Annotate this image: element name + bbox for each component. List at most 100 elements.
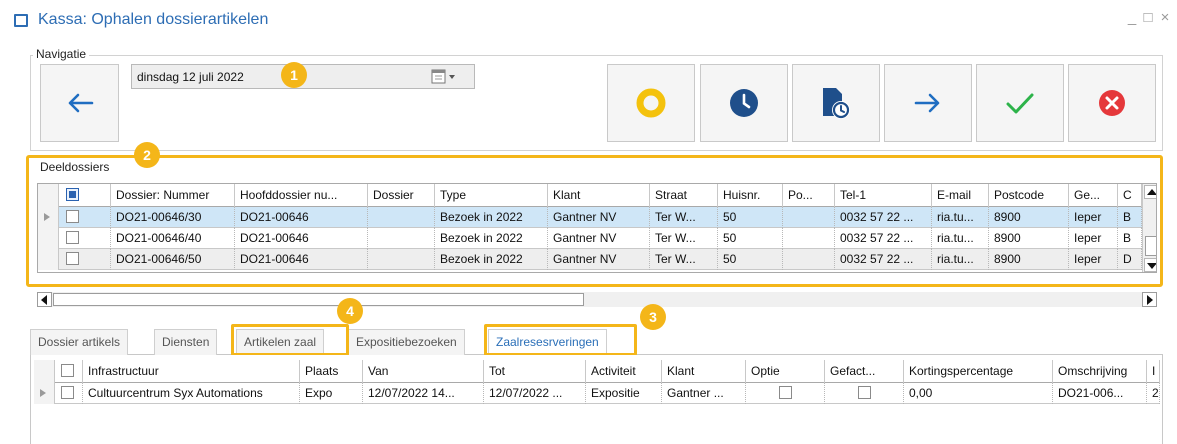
- maximize-button[interactable]: □: [1141, 10, 1155, 26]
- cell: Gantner NV: [548, 207, 650, 228]
- gefactureerd-cell[interactable]: [825, 383, 904, 404]
- minimize-button[interactable]: _: [1125, 10, 1139, 26]
- select-all-checkbox[interactable]: [66, 188, 79, 201]
- chevron-up-icon: [1147, 189, 1156, 195]
- reservations-header: Infrastructuur Plaats Van Tot Activiteit…: [34, 360, 1160, 383]
- optie-checkbox[interactable]: [779, 386, 792, 399]
- column-header[interactable]: Kortingspercentage: [904, 360, 1053, 383]
- row-select-cell[interactable]: [59, 207, 111, 228]
- horizontal-scrollbar[interactable]: [37, 292, 1157, 307]
- kassa-window: Kassa: Ophalen dossierartikelen _ □ × Na…: [0, 0, 1177, 444]
- tab-expositiebezoeken[interactable]: Expositiebezoeken: [348, 329, 465, 355]
- forward-button[interactable]: [884, 64, 972, 142]
- row-indicator: [34, 383, 55, 404]
- scroll-left-button[interactable]: [37, 292, 52, 307]
- cell: Expo: [300, 383, 363, 404]
- column-header[interactable]: Tot: [484, 360, 586, 383]
- gefactureerd-checkbox[interactable]: [858, 386, 871, 399]
- column-header[interactable]: Straat: [650, 184, 718, 207]
- optie-cell[interactable]: [746, 383, 825, 404]
- column-header[interactable]: Van: [363, 360, 484, 383]
- column-header[interactable]: Klant: [548, 184, 650, 207]
- column-header[interactable]: Plaats: [300, 360, 363, 383]
- arrow-right-icon: [914, 93, 940, 113]
- row-checkbox[interactable]: [66, 252, 79, 265]
- cell: Bezoek in 2022: [435, 207, 548, 228]
- cell: 0,00: [904, 383, 1053, 404]
- column-header[interactable]: C: [1118, 184, 1142, 207]
- row-checkbox[interactable]: [61, 386, 74, 399]
- row-indicator: [38, 249, 59, 270]
- scroll-up-button[interactable]: [1144, 185, 1156, 199]
- column-header[interactable]: Dossier: [368, 184, 435, 207]
- column-header[interactable]: I: [1147, 360, 1160, 383]
- column-header[interactable]: Klant: [662, 360, 746, 383]
- cell: DO21-00646: [235, 207, 368, 228]
- callout-badge-3: 3: [640, 304, 666, 330]
- cell: [783, 228, 835, 249]
- vertical-scrollbar[interactable]: [1142, 184, 1156, 272]
- back-button[interactable]: [40, 64, 119, 142]
- column-header[interactable]: Activiteit: [586, 360, 662, 383]
- row-select-cell[interactable]: [59, 228, 111, 249]
- column-header[interactable]: Dossier: Nummer: [111, 184, 235, 207]
- record-button[interactable]: [607, 64, 695, 142]
- column-header[interactable]: Tel-1: [835, 184, 932, 207]
- cell: 2: [1147, 383, 1160, 404]
- column-header[interactable]: Gefact...: [825, 360, 904, 383]
- clock-button[interactable]: [700, 64, 788, 142]
- table-row[interactable]: DO21-00646/30 DO21-00646 Bezoek in 2022 …: [38, 207, 1142, 228]
- tab-dossier-artikels[interactable]: Dossier artikels: [30, 329, 129, 355]
- tab-diensten[interactable]: Diensten: [154, 329, 218, 355]
- table-row[interactable]: DO21-00646/40 DO21-00646 Bezoek in 2022 …: [38, 228, 1142, 249]
- row-checkbox[interactable]: [66, 231, 79, 244]
- cell: Ieper: [1069, 207, 1118, 228]
- confirm-button[interactable]: [976, 64, 1064, 142]
- column-header[interactable]: Huisnr.: [718, 184, 783, 207]
- header-select-all[interactable]: [59, 184, 111, 207]
- cancel-button[interactable]: [1068, 64, 1156, 142]
- column-header[interactable]: Omschrijving: [1053, 360, 1147, 383]
- select-all-checkbox[interactable]: [61, 364, 74, 377]
- column-header[interactable]: Ge...: [1069, 184, 1118, 207]
- check-icon: [1006, 93, 1034, 114]
- column-header[interactable]: Infrastructuur: [83, 360, 300, 383]
- horizontal-scroll-thumb[interactable]: [53, 293, 584, 306]
- cell: DO21-00646: [235, 228, 368, 249]
- chevron-right-icon: [1147, 295, 1153, 305]
- cell: ria.tu...: [932, 228, 989, 249]
- row-checkbox[interactable]: [66, 210, 79, 223]
- column-header[interactable]: E-mail: [932, 184, 989, 207]
- cell: [783, 249, 835, 270]
- cell: Ieper: [1069, 249, 1118, 270]
- cancel-icon: [1099, 90, 1125, 116]
- cell: DO21-00646/50: [111, 249, 235, 270]
- cell: Ieper: [1069, 228, 1118, 249]
- column-header[interactable]: Optie: [746, 360, 825, 383]
- scroll-thumb[interactable]: [1145, 236, 1156, 256]
- header-select-all[interactable]: [55, 360, 83, 383]
- cell: ria.tu...: [932, 249, 989, 270]
- row-select-cell[interactable]: [59, 249, 111, 270]
- calendar-dropdown-icon[interactable]: [430, 69, 470, 85]
- column-header[interactable]: Type: [435, 184, 548, 207]
- current-row-icon: [44, 213, 50, 221]
- column-header[interactable]: Postcode: [989, 184, 1069, 207]
- table-row[interactable]: Cultuurcentrum Syx Automations Expo 12/0…: [34, 383, 1160, 404]
- navigation-legend: Navigatie: [33, 47, 90, 61]
- title-bar: Kassa: Ophalen dossierartikelen _ □ ×: [0, 0, 1177, 40]
- row-select-cell[interactable]: [55, 383, 83, 404]
- cell: [368, 249, 435, 270]
- column-header[interactable]: Hoofddossier nu...: [235, 184, 368, 207]
- callout-badge-2: 2: [134, 142, 160, 168]
- close-window-button[interactable]: ×: [1158, 10, 1172, 26]
- scroll-down-button[interactable]: [1144, 258, 1156, 272]
- table-row[interactable]: DO21-00646/50 DO21-00646 Bezoek in 2022 …: [38, 249, 1142, 270]
- column-header[interactable]: Po...: [783, 184, 835, 207]
- document-clock-button[interactable]: [792, 64, 880, 142]
- scroll-right-button[interactable]: [1142, 292, 1157, 307]
- deeldossiers-grid[interactable]: Dossier: Nummer Hoofddossier nu... Dossi…: [37, 183, 1157, 273]
- cell: 50: [718, 228, 783, 249]
- date-value: dinsdag 12 juli 2022: [137, 70, 244, 84]
- reservations-grid[interactable]: Infrastructuur Plaats Van Tot Activiteit…: [34, 360, 1160, 444]
